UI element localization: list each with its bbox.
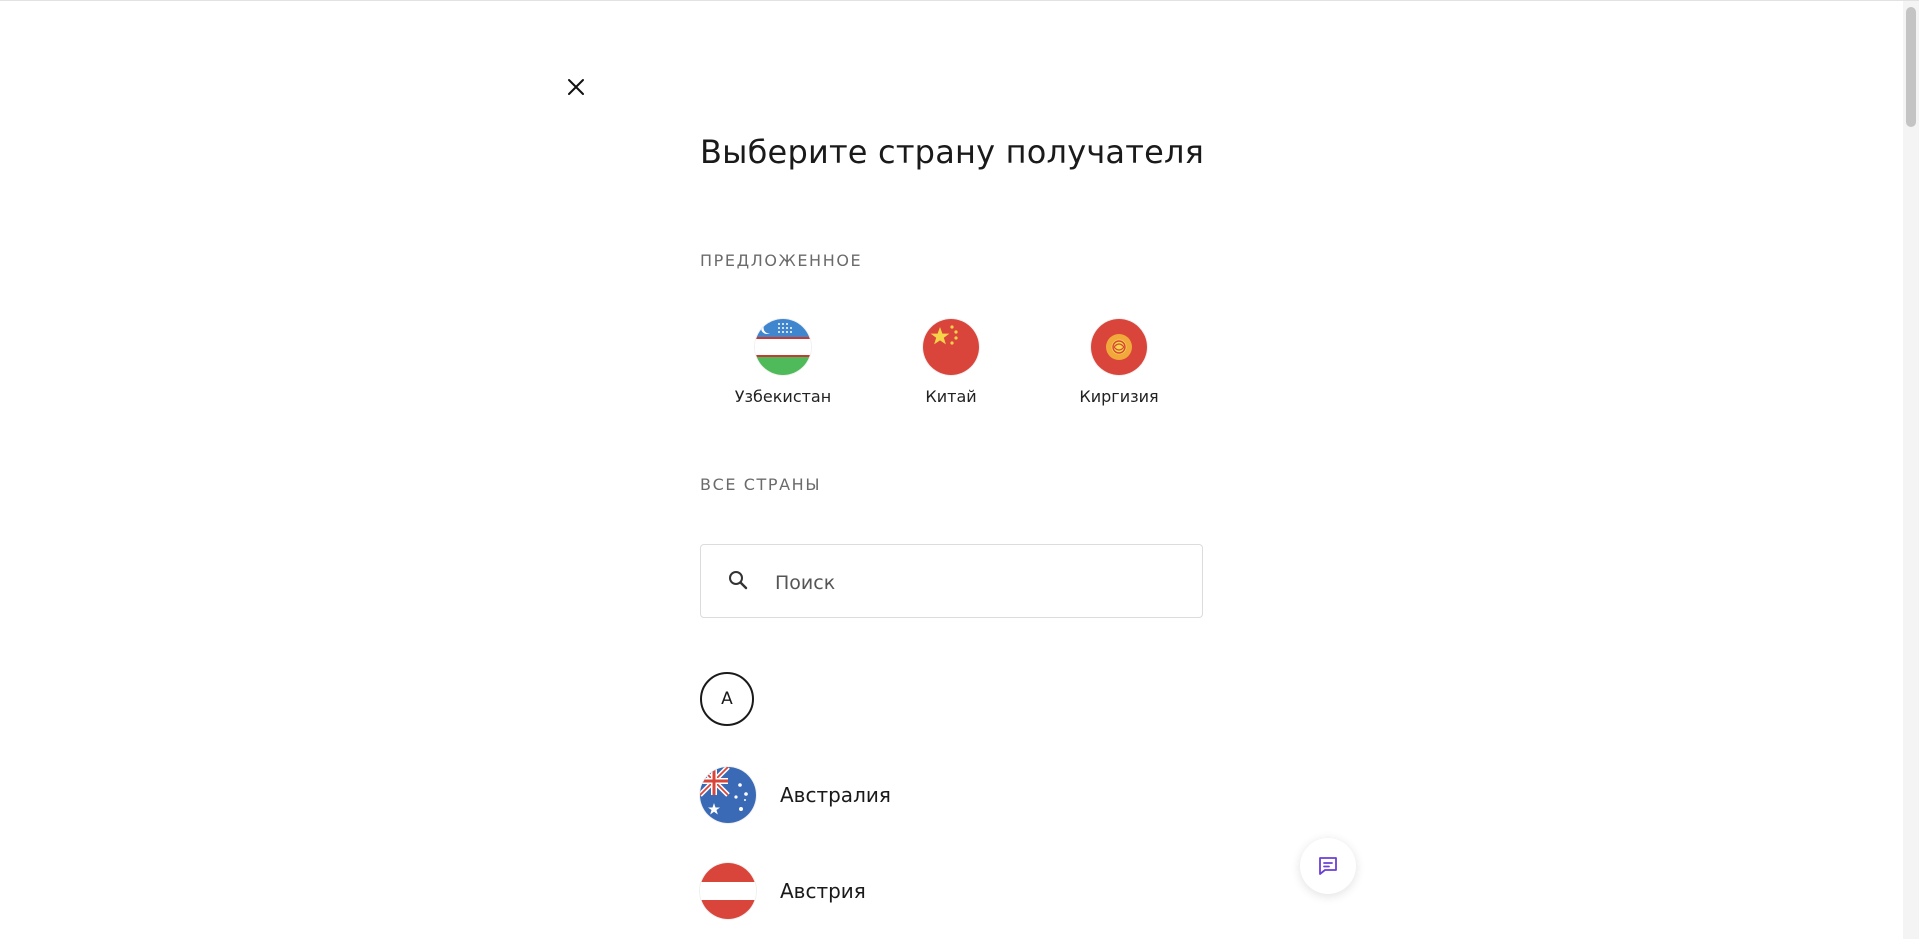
vertical-scrollbar[interactable] <box>1903 1 1919 939</box>
suggested-countries: Узбекистан Китай Киргизия <box>700 319 1200 409</box>
suggested-country-china[interactable]: Китай <box>886 319 1016 406</box>
suggested-country-kyrgyzstan[interactable]: Киргизия <box>1054 319 1184 406</box>
alphabet-letter-marker: А <box>700 672 754 726</box>
close-icon <box>568 79 584 95</box>
search-field[interactable] <box>700 544 1203 618</box>
page-title: Выберите страну получателя <box>700 133 1205 171</box>
uzbekistan-flag <box>755 319 811 375</box>
suggested-country-name: Киргизия <box>1079 387 1159 406</box>
chat-button[interactable] <box>1300 838 1356 894</box>
suggested-section-label: ПРЕДЛОЖЕННОЕ <box>700 251 863 270</box>
country-name: Австрия <box>780 879 866 903</box>
page: Выберите страну получателя ПРЕДЛОЖЕННОЕ <box>0 0 1919 939</box>
close-button[interactable] <box>560 71 592 103</box>
search-icon <box>729 571 748 590</box>
scrollbar-thumb[interactable] <box>1906 7 1916 127</box>
country-list-item-austria[interactable]: Австрия <box>700 862 1203 920</box>
suggested-country-uzbekistan[interactable]: Узбекистан <box>718 319 848 406</box>
china-flag <box>923 319 979 375</box>
suggested-country-name: Узбекистан <box>734 387 832 406</box>
austria-flag <box>700 863 756 919</box>
search-input[interactable] <box>773 563 1187 603</box>
australia-flag <box>700 767 756 823</box>
kyrgyzstan-flag <box>1091 319 1147 375</box>
chat-icon <box>1319 857 1337 875</box>
all-countries-section-label: ВСЕ СТРАНЫ <box>700 475 822 494</box>
country-name: Австралия <box>780 783 891 807</box>
suggested-country-name: Китай <box>925 387 977 406</box>
country-list-item-australia[interactable]: Австралия <box>700 766 1203 824</box>
